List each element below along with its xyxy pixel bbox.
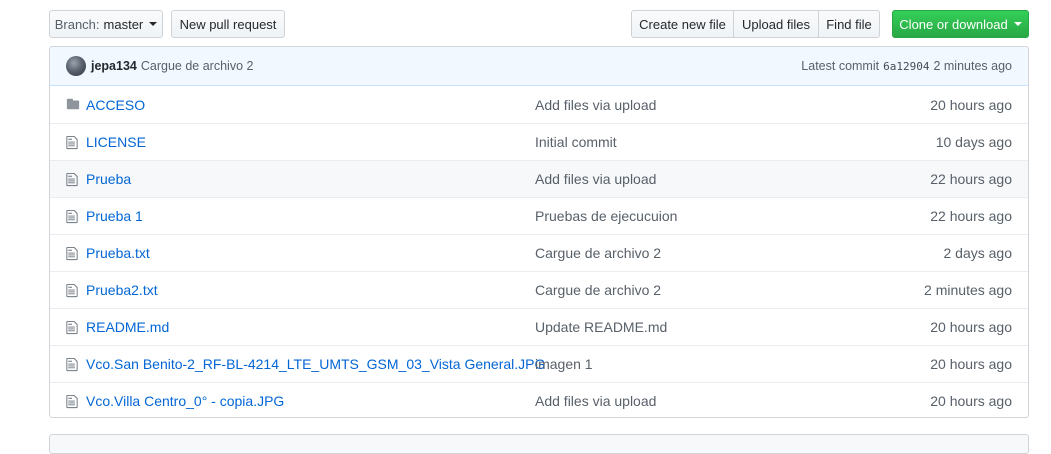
file-name-link[interactable]: ACCESO	[86, 97, 145, 113]
file-name-link[interactable]: Prueba2.txt	[86, 282, 158, 298]
file-name-link[interactable]: Prueba	[86, 171, 131, 187]
file-age: 20 hours ago	[930, 356, 1012, 372]
file-row[interactable]: Vco.Villa Centro_0° - copia.JPG Add files…	[50, 382, 1028, 417]
file-name-link[interactable]: Prueba 1	[86, 208, 143, 224]
upload-files-button[interactable]: Upload files	[733, 10, 819, 38]
commit-age: 2 minutes ago	[933, 59, 1012, 73]
caret-down-icon	[1013, 22, 1022, 26]
file-row[interactable]: README.md Update README.md 20 hours ago	[50, 308, 1028, 345]
clone-or-download-button[interactable]: Clone or download	[892, 10, 1029, 38]
new-pull-request-button[interactable]: New pull request	[171, 10, 285, 38]
branch-value: master	[103, 16, 144, 32]
find-file-button[interactable]: Find file	[818, 10, 880, 38]
commit-sha[interactable]: 6a12904	[883, 60, 929, 73]
file-row[interactable]: ACCESO Add files via upload 20 hours ago	[50, 86, 1028, 123]
file-age: 10 days ago	[935, 134, 1012, 150]
file-icon	[66, 209, 78, 227]
file-icon	[66, 246, 78, 264]
file-icon	[66, 320, 78, 338]
file-age: 22 hours ago	[930, 171, 1012, 187]
commit-message-link[interactable]: Cargue de archivo 2	[535, 282, 661, 298]
branch-select-button[interactable]: Branch: master	[49, 10, 163, 38]
file-name-link[interactable]: Prueba.txt	[86, 245, 150, 261]
file-row[interactable]: Prueba Add files via upload 22 hours ago	[50, 160, 1028, 197]
file-age: 2 minutes ago	[924, 282, 1012, 298]
file-age: 2 days ago	[943, 245, 1013, 261]
branch-label: Branch:	[54, 16, 100, 32]
commit-message-link[interactable]: Pruebas de ejecucuion	[535, 208, 677, 224]
file-icon	[66, 172, 78, 190]
commit-message-link[interactable]: Initial commit	[535, 134, 617, 150]
file-actions-group: Create new file Upload files Find file	[631, 10, 880, 38]
commit-message-link[interactable]: Update README.md	[535, 319, 667, 335]
file-name-link[interactable]: README.md	[86, 319, 169, 335]
folder-icon	[66, 97, 80, 114]
file-row[interactable]: Prueba2.txt Cargue de archivo 2 2 minutes …	[50, 271, 1028, 308]
file-row[interactable]: Prueba.txt Cargue de archivo 2 2 days ago	[50, 234, 1028, 271]
commit-message[interactable]: Cargue de archivo 2	[141, 59, 254, 73]
file-icon	[66, 135, 78, 153]
commit-message-link[interactable]: Add files via upload	[535, 97, 656, 113]
file-icon	[66, 283, 78, 301]
file-age: 20 hours ago	[930, 319, 1012, 335]
commit-message-link[interactable]: Cargue de archivo 2	[535, 245, 661, 261]
latest-commit-bar: jepa134 Cargue de archivo 2 Latest commi…	[50, 47, 1028, 86]
commit-message-link[interactable]: Add files via upload	[535, 393, 656, 409]
file-age: 20 hours ago	[930, 393, 1012, 409]
clone-label: Clone or download	[899, 16, 1008, 32]
file-browser: jepa134 Cargue de archivo 2 Latest commi…	[49, 46, 1029, 418]
repo-toolbar: Branch: master New pull request Create n…	[49, 10, 1029, 38]
file-age: 22 hours ago	[930, 208, 1012, 224]
file-icon	[66, 357, 78, 375]
commit-message-link[interactable]: imagen 1	[535, 356, 593, 372]
file-row[interactable]: Prueba 1 Pruebas de ejecucuion 22 hours ag…	[50, 197, 1028, 234]
file-row[interactable]: Vco.San Benito-2_RF-BL-4214_LTE_UMTS_GSM…	[50, 345, 1028, 382]
file-age: 20 hours ago	[930, 96, 1012, 113]
file-name-link[interactable]: LICENSE	[86, 134, 146, 150]
latest-commit-label: Latest commit	[801, 59, 880, 73]
create-new-file-button[interactable]: Create new file	[631, 10, 734, 38]
commit-author[interactable]: jepa134	[91, 59, 137, 73]
file-row[interactable]: LICENSE Initial commit 10 days ago	[50, 123, 1028, 160]
commit-message-link[interactable]: Add files via upload	[535, 171, 656, 187]
file-icon	[66, 394, 78, 412]
file-name-link[interactable]: Vco.Villa Centro_0° - copia.JPG	[86, 393, 284, 409]
file-list: ACCESO Add files via upload 20 hours ago LI…	[50, 86, 1028, 417]
file-name-link[interactable]: Vco.San Benito-2_RF-BL-4214_LTE_UMTS_GSM…	[86, 356, 545, 372]
caret-down-icon	[149, 22, 158, 26]
avatar[interactable]	[66, 56, 86, 76]
readme-panel	[49, 434, 1029, 454]
